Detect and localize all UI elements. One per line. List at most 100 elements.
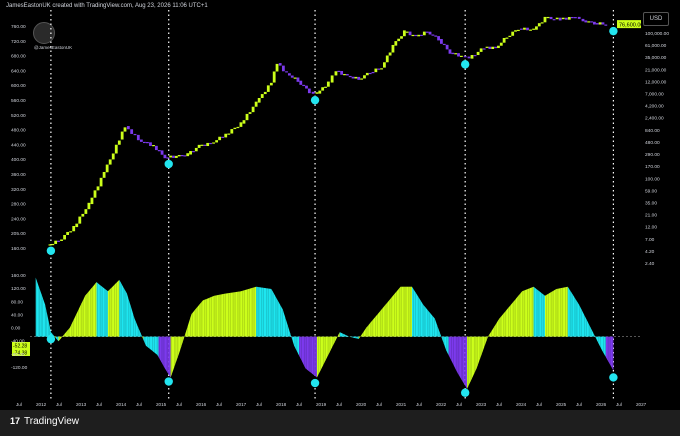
oscillator-area-segment	[474, 336, 476, 374]
oscillator-area-segment	[300, 336, 302, 361]
price-candle	[520, 28, 523, 30]
price-candle	[93, 190, 97, 198]
oscillator-area-segment	[270, 288, 272, 337]
oscillator-area-segment	[167, 336, 169, 374]
price-candle	[428, 31, 432, 35]
oscillator-area-segment	[468, 336, 470, 387]
oscillator-area-segment	[598, 336, 600, 346]
oscillator-area-segment	[282, 309, 285, 337]
oscillator-area-segment	[482, 336, 485, 351]
oscillator-area-segment	[237, 291, 239, 337]
price-candle	[105, 164, 109, 173]
oscillator-area-segment	[131, 310, 134, 337]
oscillator-area-segment	[180, 336, 182, 351]
oscillator-area-segment	[243, 290, 245, 337]
price-candle	[78, 216, 82, 224]
oscillator-area-segment	[157, 336, 159, 358]
oscillator-area-segment	[593, 332, 595, 337]
time-axis-tick: 2015	[156, 402, 167, 407]
oscillator-area-segment	[314, 336, 316, 377]
left-osc-tick: 0.00	[11, 326, 21, 332]
oscillator-area-segment	[174, 336, 176, 368]
oscillator-area-segment	[138, 327, 140, 337]
price-candle	[546, 16, 550, 19]
oscillator-area-segment	[345, 334, 347, 337]
oscillator-area-segment	[420, 300, 423, 337]
oscillator-area-segment	[134, 318, 136, 337]
oscillator-area-segment	[555, 288, 557, 337]
oscillator-area-segment	[518, 294, 520, 337]
price-candle	[590, 21, 593, 23]
price-candle	[278, 63, 282, 66]
oscillator-area-segment	[104, 288, 106, 337]
oscillator-area-segment	[82, 298, 84, 337]
oscillator-area-segment	[419, 298, 421, 337]
price-candle	[321, 87, 325, 91]
price-candle	[360, 78, 364, 80]
left-price-tick: 440.00	[11, 142, 26, 148]
oscillator-area-segment	[87, 291, 89, 337]
oscillator-area-segment	[408, 286, 410, 337]
price-candle	[149, 142, 152, 146]
price-candle	[260, 94, 264, 99]
oscillator-area-segment	[531, 287, 533, 337]
oscillator-area-segment	[226, 293, 229, 337]
oscillator-area-segment	[543, 294, 545, 337]
time-axis-tick: Jul	[496, 402, 502, 407]
price-candle	[514, 30, 517, 32]
price-candle	[114, 144, 118, 154]
oscillator-area-segment	[491, 328, 494, 337]
left-osc-tick: 120.00	[11, 286, 26, 292]
oscillator-area-segment	[185, 330, 187, 337]
price-candle	[502, 37, 506, 43]
oscillator-area-segment	[339, 332, 341, 337]
right-axis[interactable]: 100,000.00 61,000.00 35,000.00 21,000.00 12,…	[645, 31, 669, 267]
oscillator-area-segment	[195, 307, 197, 337]
price-candle	[224, 133, 228, 138]
right-price-tick: 7.00	[645, 237, 655, 243]
price-pane[interactable]: 76,600.00	[48, 16, 644, 246]
price-candle	[417, 34, 421, 37]
price-candle	[516, 29, 520, 32]
footer-brand-label[interactable]: TradingView	[24, 416, 79, 427]
oscillator-area-segment	[100, 285, 102, 337]
oscillator-area-segment	[266, 288, 268, 337]
price-candle	[81, 213, 85, 217]
time-axis[interactable]: Jul 2012 Jul 2013 Jul 2014 Jul 2015 Jul 2016 Jul 20…	[16, 402, 647, 407]
oscillator-area-segment	[417, 294, 419, 337]
oscillator-area-segment	[539, 291, 542, 337]
oscillator-pane[interactable]: -52.28-74.38	[12, 277, 640, 389]
oscillator-area-segment	[493, 326, 495, 337]
oscillator-area-segment	[348, 336, 350, 337]
price-cycle-marker-1	[164, 159, 173, 169]
oscillator-area-segment	[343, 333, 345, 337]
price-candle	[505, 37, 509, 39]
oscillator-area-segment	[354, 336, 356, 339]
oscillator-area-segment	[210, 296, 212, 337]
oscillator-area-segment	[352, 336, 355, 338]
price-candle	[136, 134, 140, 141]
price-candle	[233, 127, 237, 130]
oscillator-area-segment	[186, 326, 188, 337]
price-candle	[117, 140, 121, 145]
price-candle	[601, 22, 605, 25]
oscillator-area-segment	[156, 336, 158, 355]
oscillator-area-segment	[161, 336, 163, 364]
oscillator-area-segment	[46, 310, 48, 337]
oscillator-area-segment	[368, 323, 371, 337]
price-candle	[488, 46, 492, 50]
time-axis-tick: Jul	[216, 402, 222, 407]
oscillator-area-segment	[166, 336, 168, 373]
oscillator-area-segment	[69, 324, 72, 337]
price-candle	[374, 68, 378, 73]
oscillator-area-segment	[424, 306, 426, 337]
right-price-tick: 12.00	[645, 225, 657, 231]
price-candle	[537, 23, 541, 27]
oscillator-area-segment	[410, 286, 412, 337]
price-candle	[133, 133, 137, 136]
oscillator-area-segment	[329, 336, 331, 353]
oscillator-area-segment	[386, 301, 388, 337]
left-price-tick: 320.00	[11, 187, 26, 193]
chart-canvas[interactable]: 76,600.00 -52.28-74.38 760.00 720.00 680.0…	[0, 0, 680, 436]
price-candle	[499, 42, 503, 46]
